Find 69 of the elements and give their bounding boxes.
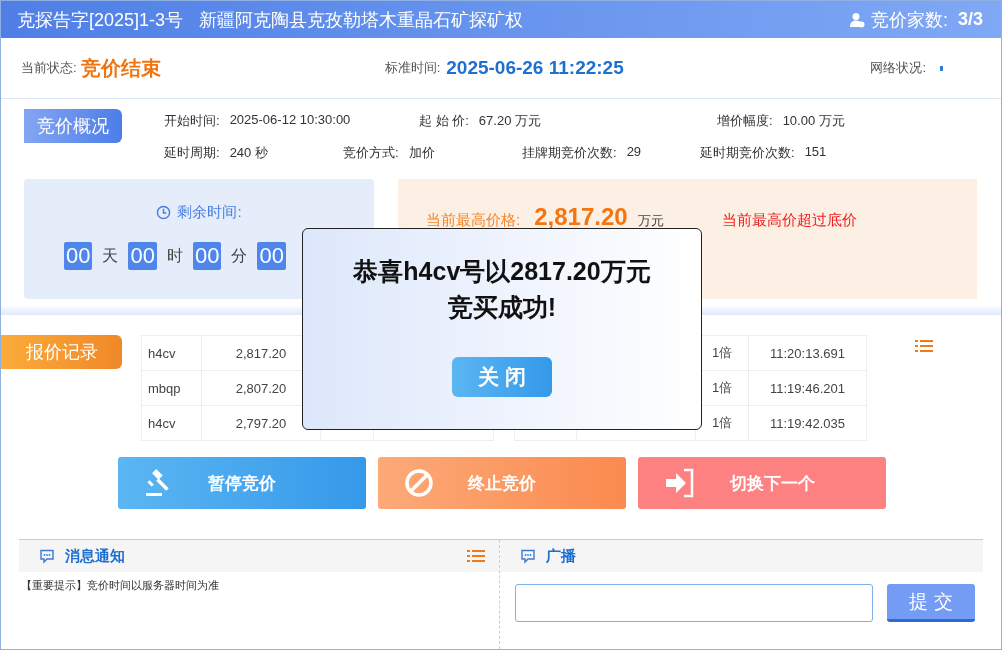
field-value: 2025-06-12 10:30:00 [229,112,351,129]
table-cell: 1倍 [711,415,733,430]
field-value: 10.00 万元 [782,112,845,130]
panel-title: 消息通知 [65,546,125,566]
field-value: 151 [804,144,827,161]
table-cell: 11:19:42.035 [770,415,845,431]
signal-icon [940,65,943,71]
countdown-unit: 天 [102,245,119,266]
clock-icon [156,205,172,220]
field-label: 延时期竞价次数: [700,144,795,162]
submit-button[interactable]: 提 交 [887,584,975,622]
broadcast-input[interactable] [515,584,873,622]
table-cell: 1倍 [711,345,733,360]
dialog-message: 竞买成功! [447,292,557,323]
section-tag: 报价记录 [1,335,122,369]
next-button[interactable]: 切换下一个 [638,457,886,509]
time-label: 标准时间: [384,59,441,77]
table-cell: h4cv [148,345,176,361]
table-cell: h4cv [148,415,176,431]
table-cell: 11:19:46.201 [770,380,845,396]
chat-icon [520,548,536,564]
field-value: 240 秒 [229,144,268,162]
bidder-count-label: 竞价家数: [870,8,948,32]
field-value: 加价 [408,144,435,162]
countdown-digits: 00 [257,242,286,270]
table-cell: mbqp [148,380,181,396]
table-cell: 1倍 [711,380,733,395]
countdown-digits: 00 [64,242,93,270]
chat-icon [39,548,55,564]
table-cell: 2,807.20 [235,380,287,396]
list-icon[interactable] [915,340,933,352]
standard-time: 2025-06-26 11:22:25 [446,57,624,79]
project-name: 新疆阿克陶县克孜勒塔木重晶石矿探矿权 [199,8,524,32]
bidder-count: 3/3 [957,9,983,30]
section-tag: 竞价概况 [24,109,122,143]
field-label: 挂牌期竞价次数: [522,144,617,162]
field-label: 竞价方式: [343,144,399,162]
project-code: 克探告字[2025]1-3号 [17,8,184,32]
countdown-unit: 时 [166,245,183,266]
highest-price: 2,817.20 [534,203,628,231]
field-label: 起 始 价: [419,112,469,130]
table-cell: 2,817.20 [235,345,287,361]
countdown-label: 剩余时间: [177,203,242,222]
countdown-unit: 分 [231,245,248,266]
status-value: 竞价结束 [80,55,161,81]
prohibited-icon [404,468,434,498]
user-icon [848,11,865,28]
notice-text: 【重要提示】竞价时间以服务器时间为准 [20,578,220,593]
sign-in-icon [664,468,696,498]
close-button[interactable]: 关 闭 [452,357,552,397]
network-label: 网络状况: [870,59,926,77]
field-label: 延时周期: [164,144,220,162]
price-unit: 万元 [637,212,664,230]
panel-title: 广播 [546,546,576,566]
field-label: 增价幅度: [717,112,773,130]
dialog-message: 恭喜h4cv号以2817.20万元 [353,256,651,287]
countdown-digits: 00 [192,242,222,270]
stop-button[interactable]: 终止竞价 [378,457,626,509]
field-value: 67.20 万元 [478,112,541,130]
pause-button[interactable]: 暂停竞价 [118,457,366,509]
list-icon[interactable] [467,549,485,562]
highest-price-label: 当前最高价格: [426,211,521,230]
reserve-note: 当前最高价超过底价 [721,211,857,230]
field-label: 开始时间: [164,112,220,130]
countdown-digits: 00 [128,242,157,270]
status-label: 当前状态: [21,59,77,77]
table-cell: 2,797.20 [235,415,287,431]
field-value: 29 [626,144,642,161]
table-cell: 11:20:13.691 [770,345,845,361]
